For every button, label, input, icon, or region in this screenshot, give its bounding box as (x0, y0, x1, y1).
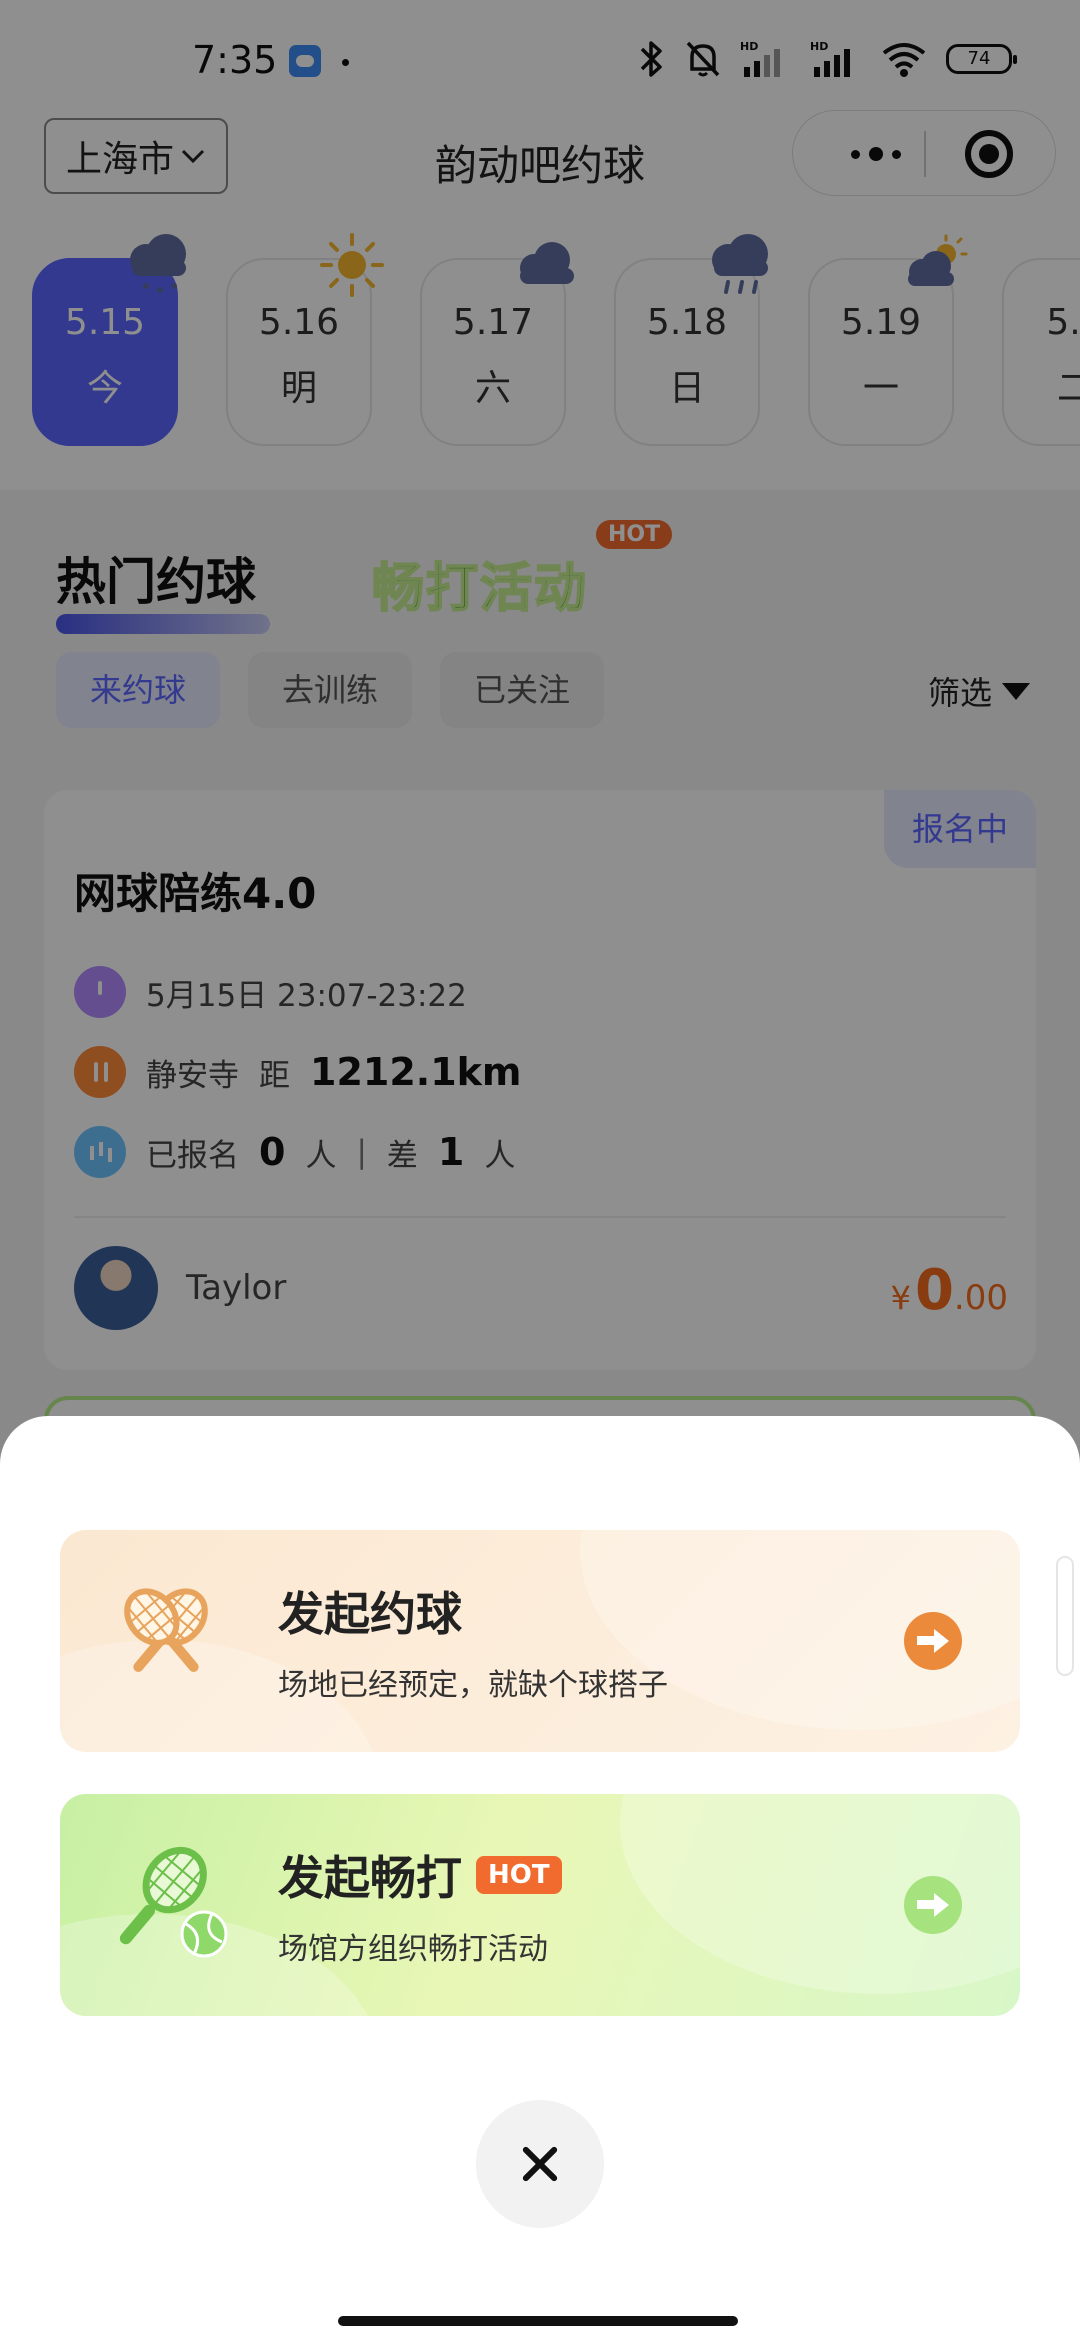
crossed-rackets-icon (124, 1588, 208, 1672)
racket-ball-icon (119, 1846, 228, 1958)
home-indicator (338, 2316, 738, 2326)
option-title: 发起畅打 HOT (278, 1842, 562, 1908)
arrow-right-icon (904, 1612, 962, 1670)
start-open-play-option[interactable]: 发起畅打 HOT 场馆方组织畅打活动 (60, 1794, 1020, 2016)
option-subtitle: 场地已经预定，就缺个球搭子 (278, 1668, 668, 1703)
action-sheet: 发起约球 场地已经预定，就缺个球搭子 发起畅打 HOT 场馆方组织畅打活动 (0, 1416, 1080, 2340)
option-title-text: 发起畅打 (278, 1851, 462, 1905)
close-sheet-button[interactable] (476, 2100, 604, 2228)
side-handle[interactable] (1056, 1556, 1074, 1676)
hot-badge: HOT (476, 1856, 562, 1894)
start-match-option[interactable]: 发起约球 场地已经预定，就缺个球搭子 (60, 1530, 1020, 1752)
option-title-text: 发起约球 (278, 1587, 462, 1641)
option-title: 发起约球 (278, 1578, 462, 1644)
option-subtitle: 场馆方组织畅打活动 (278, 1932, 548, 1967)
arrow-right-icon (904, 1876, 962, 1934)
